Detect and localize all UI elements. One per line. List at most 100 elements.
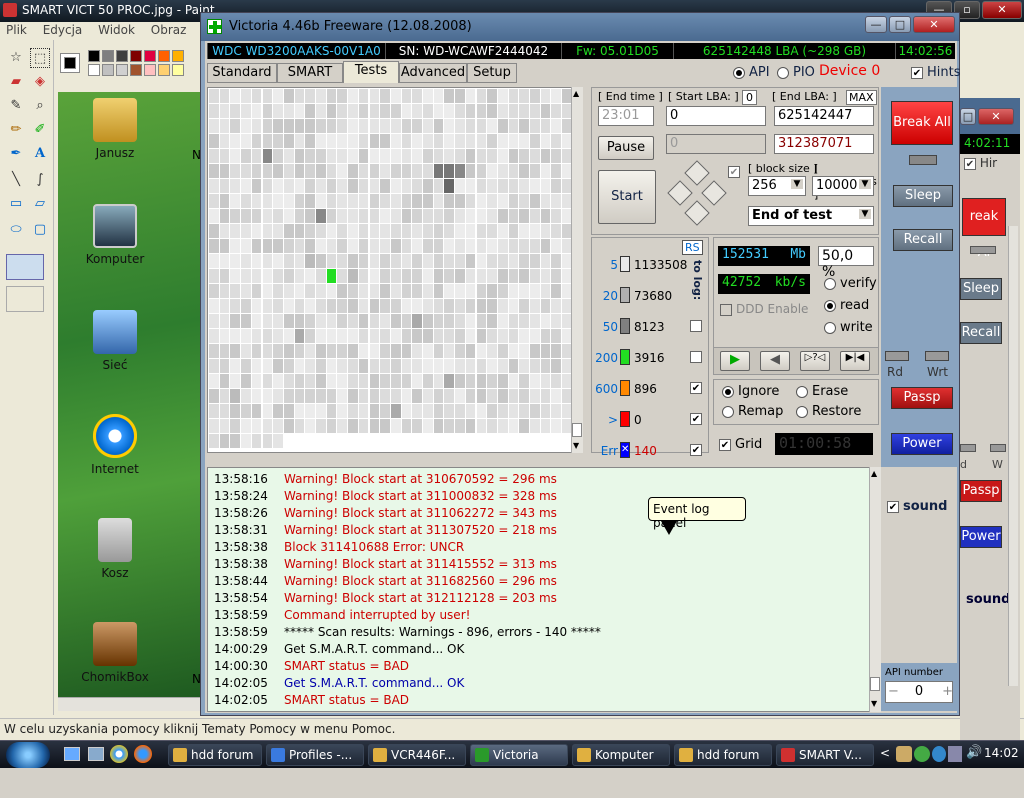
write-radio[interactable] xyxy=(824,322,836,334)
sound-checkbox[interactable]: ✔ xyxy=(887,501,899,513)
grid-scrollbar[interactable]: ▲ ▼ xyxy=(571,87,583,453)
ie-quicklaunch-icon[interactable] xyxy=(110,745,128,763)
color-swatch[interactable] xyxy=(158,64,170,76)
log-checkbox[interactable]: ✔ xyxy=(690,444,702,456)
switch-windows-icon[interactable] xyxy=(88,747,104,761)
api-radio[interactable] xyxy=(733,67,745,79)
paint-canvas[interactable]: Janusz Komputer Sieć Internet Kosz Chomi… xyxy=(58,92,203,697)
brush-icon[interactable]: ✐ xyxy=(30,120,50,140)
log-checkbox[interactable] xyxy=(690,351,702,363)
ellipse-icon[interactable]: ⬭ xyxy=(6,220,26,240)
color-swatch[interactable] xyxy=(130,64,142,76)
color-swatch[interactable] xyxy=(172,50,184,62)
tab-setup[interactable]: Setup xyxy=(467,63,517,83)
desktop-icon-internet[interactable]: Internet xyxy=(70,414,160,476)
start-lba-zero-button[interactable]: 0 xyxy=(742,90,757,105)
rounded-rect-icon[interactable]: ▢ xyxy=(30,220,50,240)
firefox-quicklaunch-icon[interactable] xyxy=(134,745,152,763)
ddd-checkbox[interactable] xyxy=(720,304,732,316)
paint-close-button[interactable]: ✕ xyxy=(982,1,1022,19)
log-checkbox[interactable]: ✔ xyxy=(690,413,702,425)
background-sleep-button[interactable]: Sleep xyxy=(960,278,1002,300)
victoria-minimize-button[interactable]: — xyxy=(865,16,887,33)
tab-standard[interactable]: Standard xyxy=(207,63,277,83)
restore-radio[interactable] xyxy=(796,406,808,418)
tray-skype-icon[interactable] xyxy=(932,746,946,762)
rs-button[interactable]: RS xyxy=(682,240,703,255)
random-icon[interactable]: ▷?◁ xyxy=(800,351,830,371)
break-all-button[interactable]: Break All xyxy=(891,101,953,145)
color-swatch[interactable] xyxy=(172,64,184,76)
background-passp-button[interactable]: Passp xyxy=(960,480,1002,502)
color-swatch[interactable] xyxy=(144,50,156,62)
desktop-icon-komputer[interactable]: Komputer xyxy=(70,204,160,266)
recall-button[interactable]: Recall xyxy=(893,229,953,251)
end-lba-field[interactable]: 625142447 xyxy=(774,106,874,126)
picker-icon[interactable]: ✎ xyxy=(6,96,26,116)
grid-checkbox[interactable]: ✔ xyxy=(719,439,731,451)
passp-button[interactable]: Passp xyxy=(891,387,953,409)
hints-checkbox[interactable]: ✔ xyxy=(911,67,923,79)
taskbar-item[interactable]: VCR446F... xyxy=(368,744,466,766)
taskbar-item[interactable]: Victoria xyxy=(470,744,568,766)
desktop-icon-chomikbox[interactable]: ChomikBox xyxy=(70,622,160,684)
background-scrollbar[interactable] xyxy=(1008,226,1018,686)
taskbar-item[interactable]: SMART V... xyxy=(776,744,874,766)
end-mode-select[interactable]: End of test xyxy=(748,206,874,226)
erase-radio[interactable] xyxy=(796,386,808,398)
background-power-button[interactable]: Power xyxy=(960,526,1002,548)
taskbar-item[interactable]: Komputer xyxy=(572,744,670,766)
rectangle-icon[interactable]: ▭ xyxy=(6,194,26,214)
tray-expand-icon[interactable]: < xyxy=(880,746,890,760)
rect-select-icon[interactable]: ⬚ xyxy=(30,48,50,68)
decrement-icon[interactable]: − xyxy=(888,682,899,702)
fill-icon[interactable]: ◈ xyxy=(30,72,50,92)
taskbar-item[interactable]: hdd forum xyxy=(674,744,772,766)
log-scrollbar[interactable]: ▲ ▼ xyxy=(869,467,881,712)
polygon-icon[interactable]: ▱ xyxy=(30,194,50,214)
menu-edycja[interactable]: Edycja xyxy=(37,22,89,38)
background-break-button[interactable]: reak Al xyxy=(962,198,1006,260)
direction-checkbox[interactable]: ✔ xyxy=(728,166,740,178)
read-radio[interactable] xyxy=(824,300,836,312)
timeout-select[interactable]: 10000 xyxy=(812,176,874,196)
verify-radio[interactable] xyxy=(824,278,836,290)
tray-network-icon[interactable] xyxy=(948,746,962,762)
direction-up-button[interactable] xyxy=(684,160,710,186)
remap-radio[interactable] xyxy=(722,406,734,418)
eraser-icon[interactable]: ▰ xyxy=(6,72,26,92)
event-log[interactable]: 13:58:16 Warning! Block start at 31067059… xyxy=(207,467,871,712)
taskbar-item[interactable]: hdd forum xyxy=(168,744,262,766)
color-swatch[interactable] xyxy=(102,50,114,62)
airbrush-icon[interactable]: ✒ xyxy=(6,144,26,164)
transparent-opaque-icon[interactable] xyxy=(6,254,44,280)
increment-icon[interactable]: + xyxy=(942,682,953,702)
scroll-down-icon[interactable]: ▼ xyxy=(871,699,877,708)
back-icon[interactable]: ◀ xyxy=(760,351,790,371)
start-button[interactable]: Start xyxy=(598,170,656,224)
background-hints[interactable]: ✔ Hir xyxy=(960,154,1020,174)
foreground-color-swatch[interactable] xyxy=(64,57,76,69)
color-swatch[interactable] xyxy=(102,64,114,76)
pio-radio[interactable] xyxy=(777,67,789,79)
background-maximize-button[interactable]: □ xyxy=(960,108,976,125)
scroll-thumb[interactable] xyxy=(572,423,582,437)
tab-tests[interactable]: Tests xyxy=(343,61,399,83)
color-swatch[interactable] xyxy=(88,50,100,62)
taskbar-clock[interactable]: 14:02 xyxy=(984,746,1019,760)
desktop-icon-kosz[interactable]: Kosz xyxy=(70,518,160,580)
tab-advanced[interactable]: Advanced xyxy=(399,63,467,83)
free-select-icon[interactable]: ☆ xyxy=(6,48,26,68)
scroll-down-icon[interactable]: ▼ xyxy=(573,441,579,450)
start-lba-field[interactable]: 0 xyxy=(666,106,766,126)
sleep-button[interactable]: Sleep xyxy=(893,185,953,207)
tray-security-icon[interactable] xyxy=(914,746,930,762)
max-button[interactable]: MAX xyxy=(846,90,877,105)
direction-left-button[interactable] xyxy=(667,180,693,206)
log-checkbox[interactable]: ✔ xyxy=(690,382,702,394)
color-swatch[interactable] xyxy=(130,50,142,62)
show-desktop-icon[interactable] xyxy=(64,747,80,761)
magnifier-icon[interactable]: ⌕ xyxy=(30,96,50,116)
api-number-stepper[interactable]: − 0 + xyxy=(885,681,953,703)
ignore-radio[interactable] xyxy=(722,386,734,398)
